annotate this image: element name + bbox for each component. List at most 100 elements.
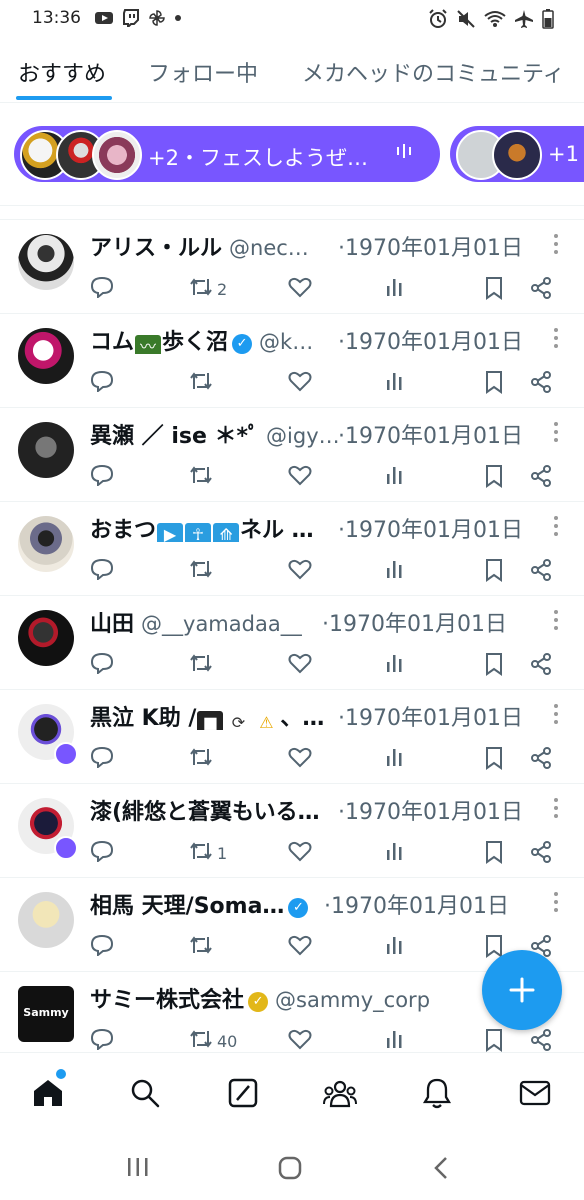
tweet-author-handle[interactable]: @igy… (266, 424, 340, 448)
reply-button[interactable] (90, 840, 114, 866)
tweet-row[interactable]: おまつ ▶ ☥ ⟰ ネル … ·1970年01月01日 (0, 502, 584, 596)
like-button[interactable] (288, 464, 312, 490)
nav-messages[interactable] (515, 1073, 555, 1113)
views-button[interactable] (384, 558, 406, 584)
reply-button[interactable] (90, 370, 114, 396)
like-button[interactable] (288, 370, 312, 396)
nav-communities[interactable] (320, 1073, 360, 1113)
tab-community[interactable]: メカヘッドのコミュニティ (302, 56, 565, 88)
like-button[interactable] (288, 276, 312, 302)
more-options-icon[interactable] (554, 328, 558, 348)
share-button[interactable] (530, 464, 552, 492)
tweet-row[interactable]: 黒泣 K助 / ■ ⟳ ⚠ 、… ·1970年01月01日 (0, 690, 584, 784)
more-options-icon[interactable] (554, 798, 558, 818)
share-button[interactable] (530, 746, 552, 774)
reply-button[interactable] (90, 1028, 114, 1054)
retweet-button[interactable]: 40 (188, 1028, 237, 1054)
tweet-row[interactable]: 山田 @__yamadaa__ ·1970年01月01日 (0, 596, 584, 690)
tweet-author-name: 相馬 天理/Soma… (90, 894, 285, 918)
avatar[interactable] (18, 234, 74, 290)
bookmark-button[interactable] (484, 276, 504, 304)
retweet-button[interactable] (188, 746, 217, 772)
reply-button[interactable] (90, 746, 114, 772)
avatar[interactable] (18, 516, 74, 572)
avatar[interactable] (18, 892, 74, 948)
more-options-icon[interactable] (554, 234, 558, 254)
views-button[interactable] (384, 464, 406, 490)
tweet-author-handle[interactable]: @nec… (229, 236, 309, 260)
reply-button[interactable] (90, 934, 114, 960)
tab-active-indicator (16, 96, 112, 100)
reply-button[interactable] (90, 276, 114, 302)
share-button[interactable] (530, 558, 552, 586)
share-button[interactable] (530, 840, 552, 868)
tweet-row[interactable]: 漆(緋悠と蒼翼もいる… ·1970年01月01日 1 (0, 784, 584, 878)
recent-apps-icon[interactable] (126, 1156, 150, 1178)
space-card[interactable]: +2・フェスしようぜ… (14, 126, 440, 182)
bookmark-icon (484, 840, 504, 868)
more-options-icon[interactable] (554, 516, 558, 536)
retweet-button[interactable]: 2 (188, 276, 227, 302)
like-button[interactable] (288, 934, 312, 960)
avatar[interactable] (18, 328, 74, 384)
tweet-author-handle[interactable]: @sammy_corp (275, 988, 430, 1012)
play-emoji-icon: ▶ (157, 523, 184, 542)
views-button[interactable] (384, 276, 406, 302)
reply-button[interactable] (90, 464, 114, 490)
retweet-button[interactable] (188, 934, 217, 960)
back-icon[interactable] (432, 1155, 450, 1181)
compose-button[interactable] (482, 950, 562, 1030)
views-button[interactable] (384, 746, 406, 772)
share-button[interactable] (530, 276, 552, 304)
tab-following[interactable]: フォロー中 (148, 56, 258, 88)
tweet-row[interactable]: コム〰歩く沼 ✓ @k… ·1970年01月01日 (0, 314, 584, 408)
more-options-icon[interactable] (554, 422, 558, 442)
views-button[interactable] (384, 934, 406, 960)
retweet-button[interactable] (188, 370, 217, 396)
share-button[interactable] (530, 652, 552, 680)
home-button-icon[interactable] (277, 1155, 303, 1181)
retweet-button[interactable]: 1 (188, 840, 227, 866)
tweet-author-handle[interactable]: @__yamadaa__ (141, 612, 302, 636)
bookmark-button[interactable] (484, 464, 504, 492)
retweet-button[interactable] (188, 558, 217, 584)
like-button[interactable] (288, 840, 312, 866)
bookmark-button[interactable] (484, 840, 504, 868)
avatar[interactable]: Sammy (18, 986, 74, 1042)
more-options-icon[interactable] (554, 704, 558, 724)
bookmark-button[interactable] (484, 558, 504, 586)
retweet-button[interactable] (188, 464, 217, 490)
views-icon (384, 746, 406, 772)
bookmark-button[interactable] (484, 652, 504, 680)
like-button[interactable] (288, 746, 312, 772)
tweet-author-handle[interactable]: @k… (259, 330, 313, 354)
tweet-row[interactable]: 異瀬 ／ ise ＊*ﾟ @igy… ·1970年01月01日 (0, 408, 584, 502)
retweet-button[interactable] (188, 652, 217, 678)
nav-home[interactable] (28, 1073, 68, 1113)
nav-search[interactable] (125, 1073, 165, 1113)
tweet-actions (90, 652, 566, 680)
share-button[interactable] (530, 370, 552, 398)
snake-emoji-icon: 〰 (135, 335, 162, 354)
tweet-row[interactable]: アリス・ルル @nec… ·1970年01月01日 2 (0, 220, 584, 314)
avatar[interactable] (18, 422, 74, 478)
like-button[interactable] (288, 1028, 312, 1054)
bookmark-button[interactable] (484, 746, 504, 774)
like-button[interactable] (288, 652, 312, 678)
like-button[interactable] (288, 558, 312, 584)
reply-button[interactable] (90, 652, 114, 678)
views-button[interactable] (384, 840, 406, 866)
more-options-icon[interactable] (554, 892, 558, 912)
avatar[interactable] (18, 610, 74, 666)
space-card[interactable]: +1 (450, 126, 584, 182)
nav-grok[interactable] (223, 1073, 263, 1113)
tab-recommended[interactable]: おすすめ (18, 56, 106, 88)
nav-notifications[interactable] (417, 1073, 457, 1113)
views-button[interactable] (384, 652, 406, 678)
views-button[interactable] (384, 370, 406, 396)
share-icon (530, 464, 552, 492)
bookmark-button[interactable] (484, 370, 504, 398)
more-options-icon[interactable] (554, 610, 558, 630)
views-button[interactable] (384, 1028, 406, 1054)
reply-button[interactable] (90, 558, 114, 584)
